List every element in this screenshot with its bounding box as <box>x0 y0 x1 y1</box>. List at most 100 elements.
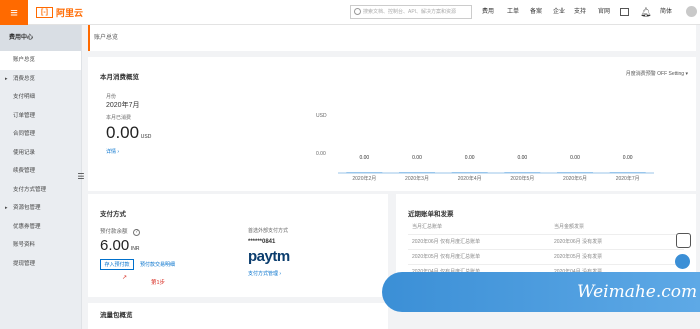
sidebar-item[interactable]: 优惠券管理 <box>0 218 81 237</box>
paytm-logo: paytm <box>248 248 290 265</box>
x-tick-label: 2020年3月 <box>405 175 429 181</box>
sidebar-item[interactable]: 支付方式管理 <box>0 181 81 200</box>
sidebar-item-label: 使用记录 <box>13 149 36 156</box>
bill-summary-cell[interactable]: 2020年05月 仅有月度汇总账单 <box>412 250 480 265</box>
search-placeholder: 搜索文档、控制台、API、解决方案和资源 <box>363 9 457 15</box>
watermark-banner: Weimahe.com <box>382 272 700 312</box>
sidebar-item[interactable]: ▸ 资源包管理 <box>0 199 81 218</box>
usage-alert-label: 月度消费预警 OFF Setting <box>625 71 685 77</box>
prepaid-amount-group: 6.00 INR <box>100 237 140 254</box>
manage-payment-label: 支付方式管理 <box>248 271 279 277</box>
deposit-prepaid-button[interactable]: 存入预付款 <box>100 259 134 270</box>
bar <box>557 172 593 173</box>
external-payment-label: 首选外部支付方式 <box>248 228 289 234</box>
prepaid-label: 预付款余额 <box>100 229 128 235</box>
column-header: 当月汇总账单 <box>412 224 443 230</box>
sidebar-item-label: 支付明细 <box>13 94 36 100</box>
data-label: 0.00 <box>465 155 475 161</box>
package-title: 流量包概览 <box>100 312 133 319</box>
help-icon[interactable]: ? <box>133 229 141 236</box>
nav-billing[interactable]: 费用 <box>482 0 494 25</box>
y-tick-label: 0.00 <box>316 151 326 157</box>
package-card: 流量包概览 <box>88 297 388 329</box>
chevron-down-icon: ▾ <box>685 71 688 77</box>
invoice-cell: 2020年05月 没有发票 <box>554 254 603 260</box>
nav-icp[interactable]: 备案 <box>530 0 542 25</box>
spent-amount: 0.00 <box>106 123 140 142</box>
feedback-icon[interactable] <box>676 233 691 248</box>
sidebar-item[interactable]: 账号资料 <box>0 236 81 255</box>
bar <box>451 172 488 173</box>
monthly-details-link[interactable]: 详情 › <box>106 148 119 155</box>
annotation-arrow: ↗ <box>122 275 128 281</box>
sidebar-item[interactable]: 提现管理 <box>0 255 81 274</box>
x-tick-label: 2020年6月 <box>563 175 587 181</box>
data-label: 0.00 <box>359 155 369 161</box>
nav-ticket[interactable]: 工单 <box>507 0 519 25</box>
x-tick-label: 2020年4月 <box>458 175 482 181</box>
table-row: 2020年05月 仅有月度汇总账单 2020年05月 没有发票 <box>408 250 684 265</box>
bill-summary-cell[interactable]: 2020年06月 仅有月度汇总账单 <box>412 235 480 250</box>
nav-website[interactable]: 官网 <box>598 0 610 25</box>
data-label: 0.00 <box>517 155 527 161</box>
prepaid-currency: INR <box>130 246 140 252</box>
language-switch[interactable]: 简体 <box>660 0 672 25</box>
sidebar-item[interactable]: 使用记录 <box>0 144 81 163</box>
sidebar: 费用中心 账户总览 ▸ 消费总览支付明细订单管理合同管理使用记录续费管理支付方式管理… <box>0 25 82 329</box>
bar <box>504 172 541 173</box>
sidebar-item[interactable]: 合同管理 <box>0 125 81 144</box>
top-bar: ≡ [-] 阿里云 搜索文档、控制台、API、解决方案和资源 费用 工单 备案 … <box>0 0 700 25</box>
hamburger-menu-icon[interactable]: ≡ <box>0 0 28 25</box>
sidebar-item[interactable]: 账户总览 <box>0 51 81 70</box>
annotation-step: 第1步 <box>151 280 166 286</box>
spent-currency: USD <box>140 134 152 140</box>
sidebar-title: 费用中心 <box>0 25 81 51</box>
sidebar-item-label: 合同管理 <box>13 131 36 137</box>
sidebar-item[interactable]: ▸ 消费总览 <box>0 70 81 89</box>
sidebar-item[interactable]: 续费管理 <box>0 162 81 181</box>
nav-enterprise[interactable]: 企业 <box>553 0 565 25</box>
prepaid-details-link[interactable]: 预付款交易明细 <box>140 261 175 268</box>
card-number: ******0841 <box>248 239 276 245</box>
avatar[interactable] <box>686 6 697 17</box>
invoice-cell: 2020年06月 没有发票 <box>554 239 603 245</box>
sidebar-item-label: 提现管理 <box>13 260 36 267</box>
prepaid-label-group: 预付款余额 ? <box>100 227 141 236</box>
monthly-title: 本月消费概览 <box>100 74 139 81</box>
monthly-spend-chart: USD 0.00 0.00 2020年2月 0.00 2020年3月 0.00 2020年4月… <box>316 113 654 181</box>
logo-text: 阿里云 <box>56 8 84 18</box>
sidebar-item-label: 续费管理 <box>13 168 36 174</box>
payment-title: 支付方式 <box>100 211 126 218</box>
x-tick-label: 2020年5月 <box>510 175 534 181</box>
data-label: 0.00 <box>623 155 633 161</box>
data-label: 0.00 <box>570 155 580 161</box>
usage-alert-setting[interactable]: 月度消费预警 OFF Setting ▾ <box>626 70 688 77</box>
table-header: 当月汇总账单 当月金额发票 <box>408 220 684 235</box>
chevron-right-icon: ▸ <box>5 75 8 82</box>
sidebar-item[interactable]: 支付明细 <box>0 88 81 107</box>
x-tick-label: 2020年2月 <box>352 175 376 181</box>
prepaid-amount: 6.00 <box>100 237 130 254</box>
month-label: 月份 <box>106 94 117 100</box>
aliyun-logo[interactable]: [-] 阿里云 <box>36 6 83 19</box>
search-input[interactable]: 搜索文档、控制台、API、解决方案和资源 <box>350 5 472 19</box>
bar <box>399 172 435 173</box>
bar <box>346 172 383 173</box>
sidebar-item-label: 资源包管理 <box>13 205 41 211</box>
chevron-right-icon: › <box>116 149 120 155</box>
bell-icon[interactable]: 🔔︎ <box>640 0 651 25</box>
spent-label: 本月已消费 <box>106 115 132 121</box>
chevron-right-icon: › <box>278 271 282 277</box>
column-header: 当月金额发票 <box>554 224 585 230</box>
sidebar-item[interactable]: 订单管理 <box>0 107 81 126</box>
sidebar-item-label: 优惠券管理 <box>13 223 41 230</box>
data-label: 0.00 <box>412 155 422 161</box>
manage-payment-link[interactable]: 支付方式管理 › <box>248 270 281 277</box>
spent-amount-group: 0.00 USD <box>106 123 151 143</box>
nav-support[interactable]: 支持 <box>574 0 586 25</box>
message-icon[interactable] <box>620 8 629 16</box>
table-row: 2020年06月 仅有月度汇总账单 2020年06月 没有发票 <box>408 235 684 250</box>
sidebar-item-label: 消费总览 <box>13 75 36 82</box>
apps-icon[interactable] <box>675 254 690 269</box>
watermark-text: Weimahe.com <box>577 282 698 302</box>
